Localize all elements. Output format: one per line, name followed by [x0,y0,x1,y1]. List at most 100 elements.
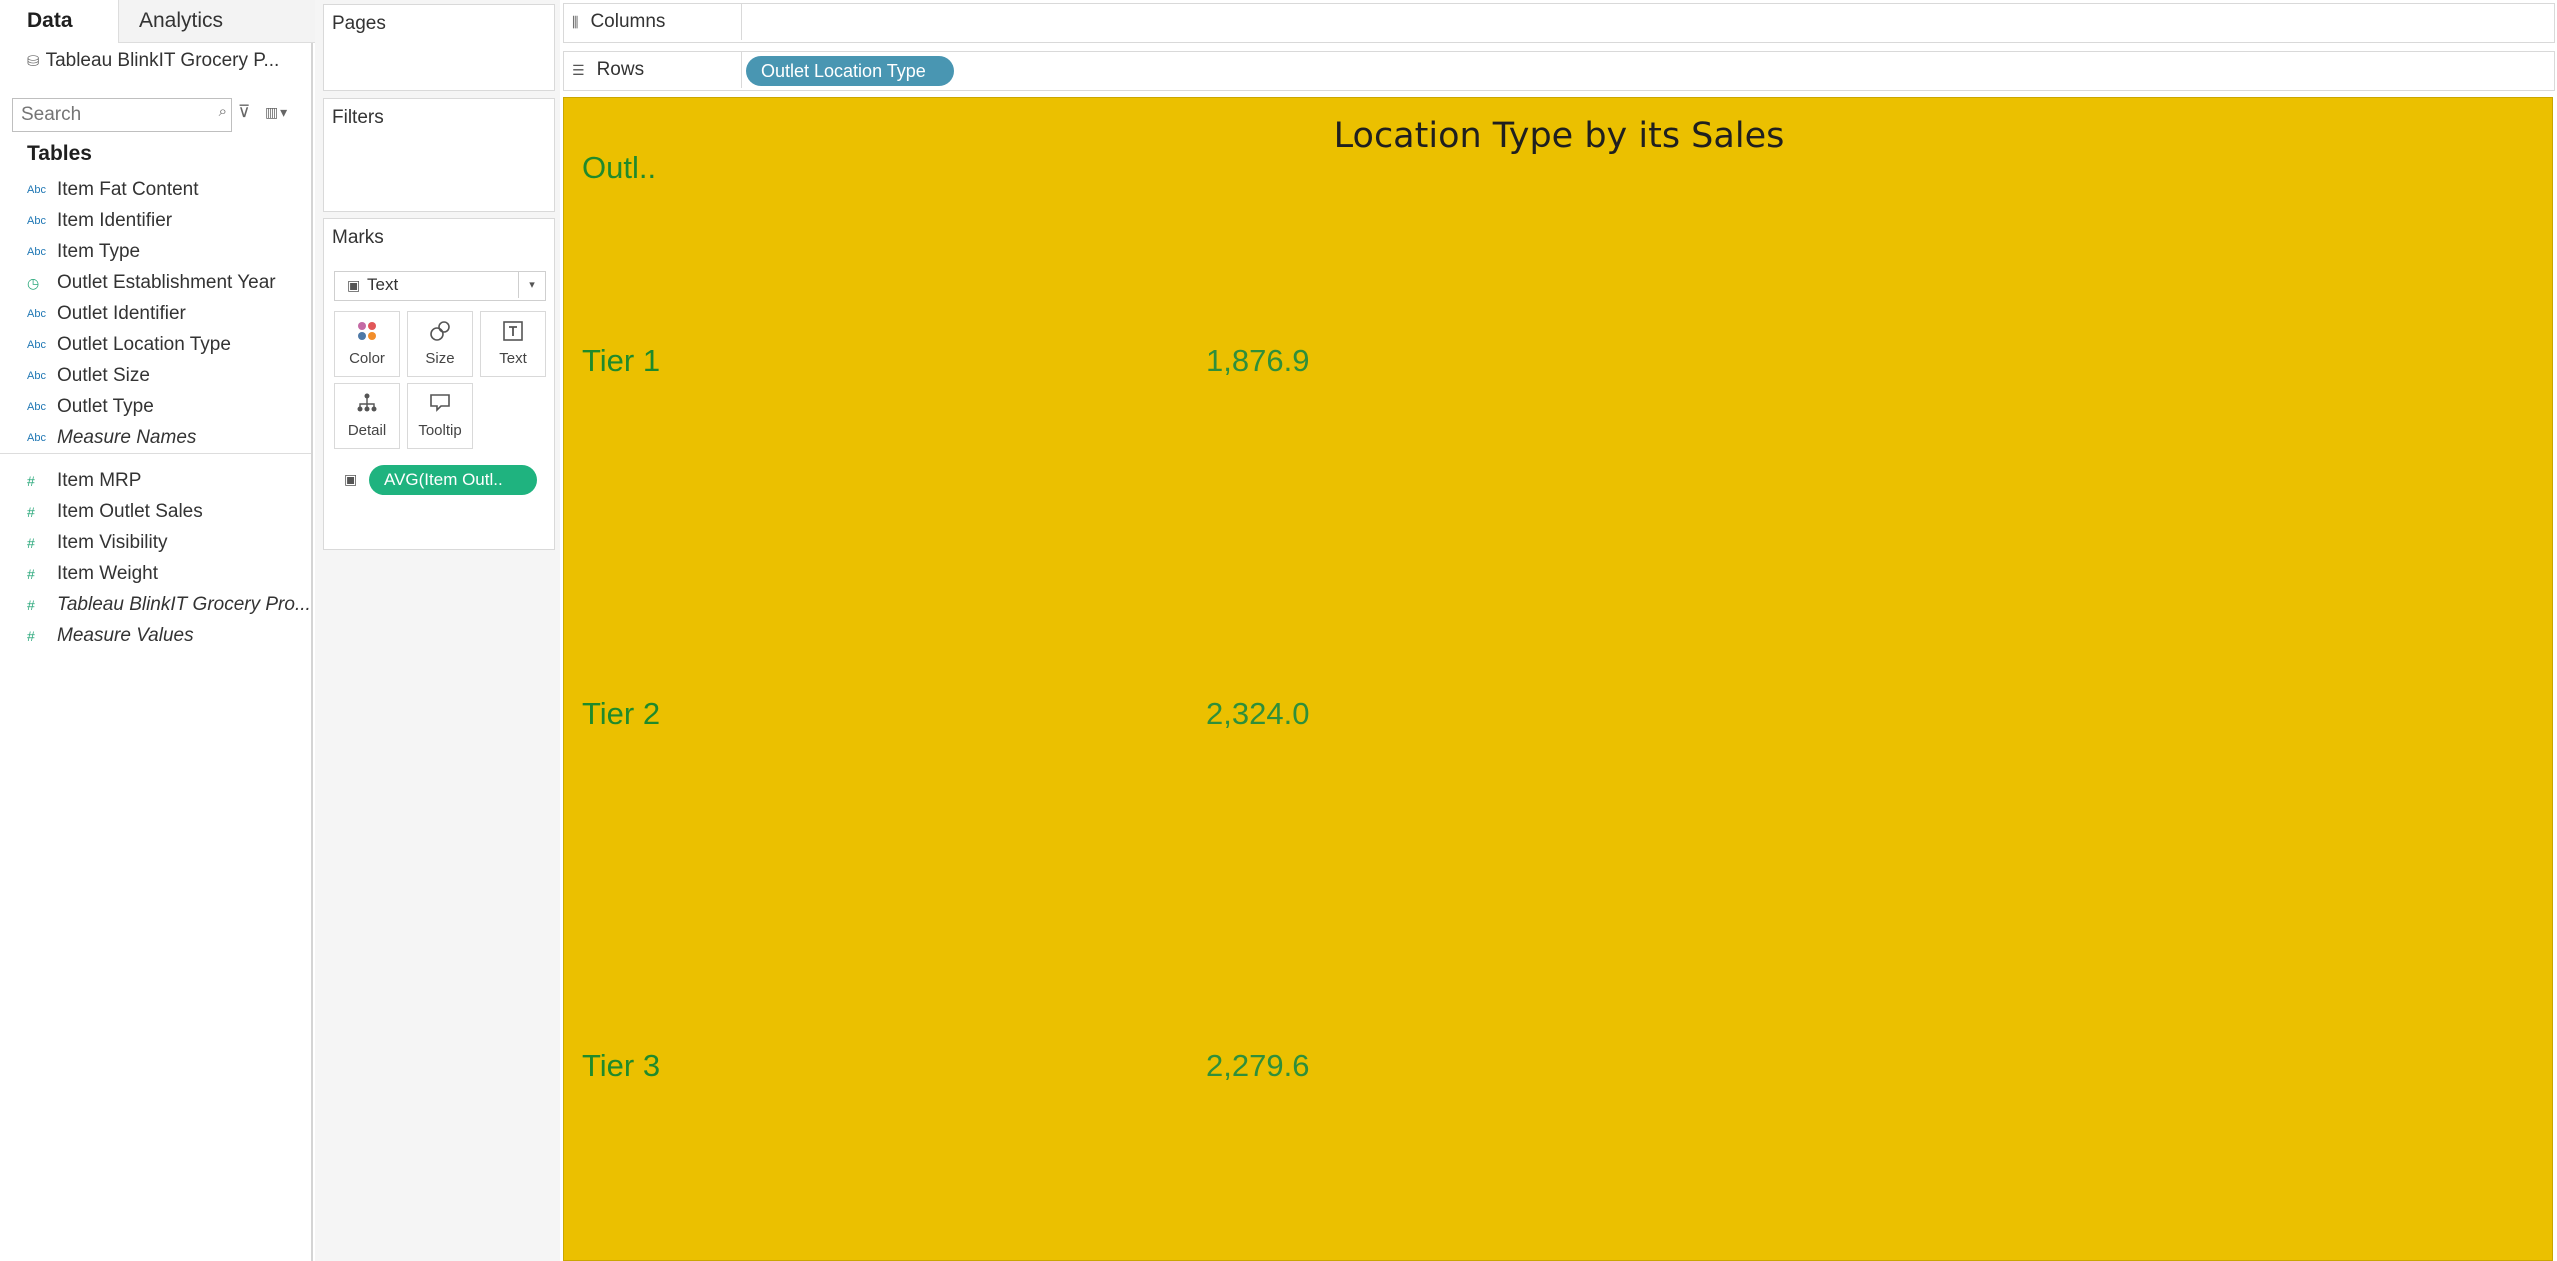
dimension-field[interactable]: Abc Outlet Location Type [27,330,231,360]
field-label: Item Type [57,241,141,263]
mark-type-label: Text [367,275,399,294]
string-type-icon: Abc [27,215,46,227]
viz-title: Location Type by its Sales [1333,116,1785,156]
marks-card-title: Marks [332,227,384,248]
detail-button-label: Detail [347,422,387,439]
measure-field[interactable]: # Item MRP [27,466,141,496]
field-label: Item Identifier [57,210,173,232]
dimension-measure-divider [0,453,311,454]
marks-card: Marks ▣ Text ▾ Color Size Text Detail To… [323,218,555,550]
text-button-label: Text [499,350,527,367]
search-icon: ⌕ [218,103,227,120]
view-options-icon[interactable]: ▥ ▾ [265,104,287,121]
size-icon [408,320,472,344]
date-type-icon: ◷ [27,275,40,291]
filters-card-title: Filters [332,107,384,128]
dimension-field[interactable]: Abc Item Fat Content [27,175,199,205]
measure-field[interactable]: # Item Visibility [27,528,168,558]
field-label: Outlet Identifier [57,303,186,325]
size-button-label: Size [425,350,455,367]
tab-analytics-label: Analytics [139,9,224,32]
field-label: Item Visibility [57,532,168,554]
dimension-pill[interactable]: Outlet Location Type [746,56,954,86]
tooltip-button[interactable]: Tooltip [407,383,473,449]
columns-icon: ⫼ [572,14,579,30]
number-type-icon: # [27,504,35,520]
field-label: Measure Names [57,427,197,449]
field-label: Measure Values [57,625,194,647]
field-label: Outlet Size [57,365,150,387]
string-type-icon: Abc [27,308,46,320]
pages-card-title: Pages [332,13,386,34]
columns-shelf-label: ⫼ Columns [564,4,742,40]
columns-shelf[interactable]: ⫼ Columns [563,3,2555,43]
dimension-field[interactable]: Abc Outlet Type [27,392,154,422]
string-type-icon: Abc [27,246,46,258]
text-button[interactable]: Text [480,311,546,377]
filter-icon[interactable]: ⊽ [238,102,250,122]
search-field[interactable]: ⌕ [12,98,232,132]
text-icon [481,320,545,344]
number-type-icon: # [27,628,35,644]
field-label: Item Outlet Sales [57,501,203,523]
number-type-icon: # [27,535,35,551]
pages-card[interactable]: Pages [323,4,555,91]
data-pane: Data Analytics ‹ ⛁Tableau BlinkIT Grocer… [0,0,332,1261]
number-type-icon: # [27,597,35,613]
number-type-icon: # [27,566,35,582]
rows-shelf-label: ☰ Rows [564,52,742,88]
color-button[interactable]: Color [334,311,400,377]
dimension-field[interactable]: Abc Item Identifier [27,206,172,236]
row-label-tier-2[interactable]: Tier 2 [582,696,660,732]
measure-field[interactable]: # Measure Values [27,621,194,651]
string-type-icon: Abc [27,184,46,196]
measure-pill[interactable]: AVG(Item Outl.. [369,465,537,495]
dimension-field[interactable]: Abc Measure Names [27,423,196,453]
dimension-field[interactable]: Abc Item Type [27,237,140,267]
field-label: Item Fat Content [57,179,199,201]
field-label: Item MRP [57,470,142,492]
measure-field[interactable]: # Item Weight [27,559,158,589]
tooltip-button-label: Tooltip [418,422,462,439]
datasource-item[interactable]: ⛁ Tableau BlinkIT Grocery P... [27,50,279,72]
color-button-label: Color [349,350,385,367]
row-label-tier-3[interactable]: Tier 3 [582,1048,660,1084]
tables-header: Tables [27,142,92,165]
rows-icon: ☰ [572,62,585,78]
datasource-icon: ⛁ [27,53,40,70]
field-label: Outlet Establishment Year [57,272,276,294]
tab-analytics[interactable]: Analytics ‹ [118,0,332,43]
measure-field[interactable]: # Tableau BlinkIT Grocery Pro... [27,590,311,620]
datasource-label: Tableau BlinkIT Grocery P... [45,50,280,71]
detail-button[interactable]: Detail [334,383,400,449]
detail-icon [335,392,399,416]
mark-type-dropdown[interactable]: ▣ Text ▾ [334,271,546,301]
field-label: Outlet Location Type [57,334,231,356]
color-icon [335,320,399,344]
value-tier-3[interactable]: 2,279.6 [1206,1048,1309,1084]
string-type-icon: Abc [27,370,46,382]
dimension-field[interactable]: ◷ Outlet Establishment Year [27,268,276,298]
cards-column: Pages Filters Marks ▣ Text ▾ Color Size … [315,0,560,1261]
field-label: Tableau BlinkIT Grocery Pro... [57,594,311,616]
rows-shelf[interactable]: ☰ Rows Outlet Location Type [563,51,2555,91]
value-tier-2[interactable]: 2,324.0 [1206,696,1309,732]
string-type-icon: Abc [27,339,46,351]
chevron-down-icon[interactable]: ▾ [518,272,545,298]
dimension-field[interactable]: Abc Outlet Identifier [27,299,186,329]
row-label-tier-1[interactable]: Tier 1 [582,343,660,379]
measure-field[interactable]: # Item Outlet Sales [27,497,203,527]
rows-label: Rows [596,59,645,80]
size-button[interactable]: Size [407,311,473,377]
search-input[interactable] [13,99,208,131]
dimension-field[interactable]: Abc Outlet Size [27,361,150,391]
text-encoding-icon: ▣ [344,471,358,487]
columns-label: Columns [590,11,666,32]
field-label: Outlet Type [57,396,154,418]
filters-card[interactable]: Filters [323,98,555,212]
number-type-icon: # [27,473,35,489]
value-tier-1[interactable]: 1,876.9 [1206,343,1309,379]
string-type-icon: Abc [27,401,46,413]
text-mark-icon: ▣ [347,277,361,293]
viz-canvas[interactable]: Location Type by its Sales Outl.. Tier 1… [563,97,2553,1261]
